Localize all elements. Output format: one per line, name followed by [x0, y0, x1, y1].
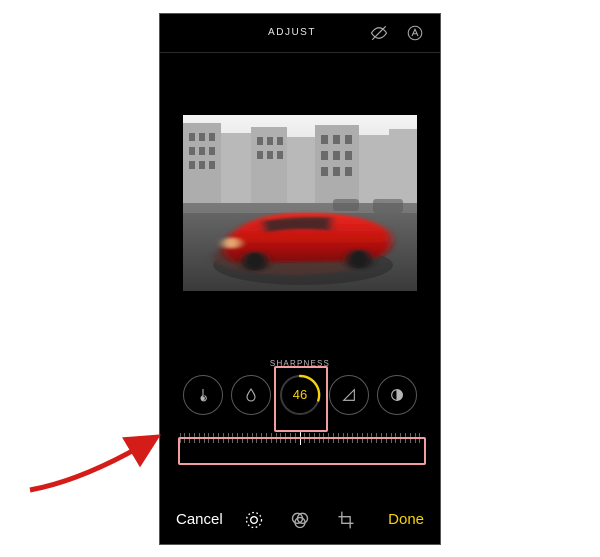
editor-header: ADJUST [160, 14, 440, 53]
phone-screen: ADJUST [160, 14, 440, 544]
auto-enhance-icon[interactable] [406, 24, 424, 42]
bottom-bar: Cancel Done [160, 496, 440, 544]
adjustment-option-noise-reduction[interactable] [377, 375, 417, 415]
adjustment-option-definition[interactable] [329, 375, 369, 415]
header-title: ADJUST [232, 27, 352, 38]
slider-ruler[interactable] [176, 426, 424, 450]
adjustment-dial-row[interactable]: 46 [160, 374, 440, 416]
adjustment-option-tint[interactable] [231, 375, 271, 415]
annotation-arrow-icon [25, 430, 175, 500]
mode-filters-icon[interactable] [290, 510, 310, 530]
adjustment-label: SHARPNESS [160, 359, 440, 368]
cancel-button[interactable]: Cancel [176, 511, 223, 528]
hide-show-icon[interactable] [370, 24, 388, 42]
mode-crop-icon[interactable] [336, 510, 356, 530]
adjustment-option-sharpness-active[interactable]: 46 [279, 374, 321, 416]
adjustment-option-warmth[interactable] [183, 375, 223, 415]
mode-adjust-icon[interactable] [244, 510, 264, 530]
adjustment-value: 46 [279, 374, 321, 416]
done-button[interactable]: Done [388, 511, 424, 528]
photo-preview[interactable] [183, 115, 417, 291]
photo-preview-area [160, 53, 440, 353]
